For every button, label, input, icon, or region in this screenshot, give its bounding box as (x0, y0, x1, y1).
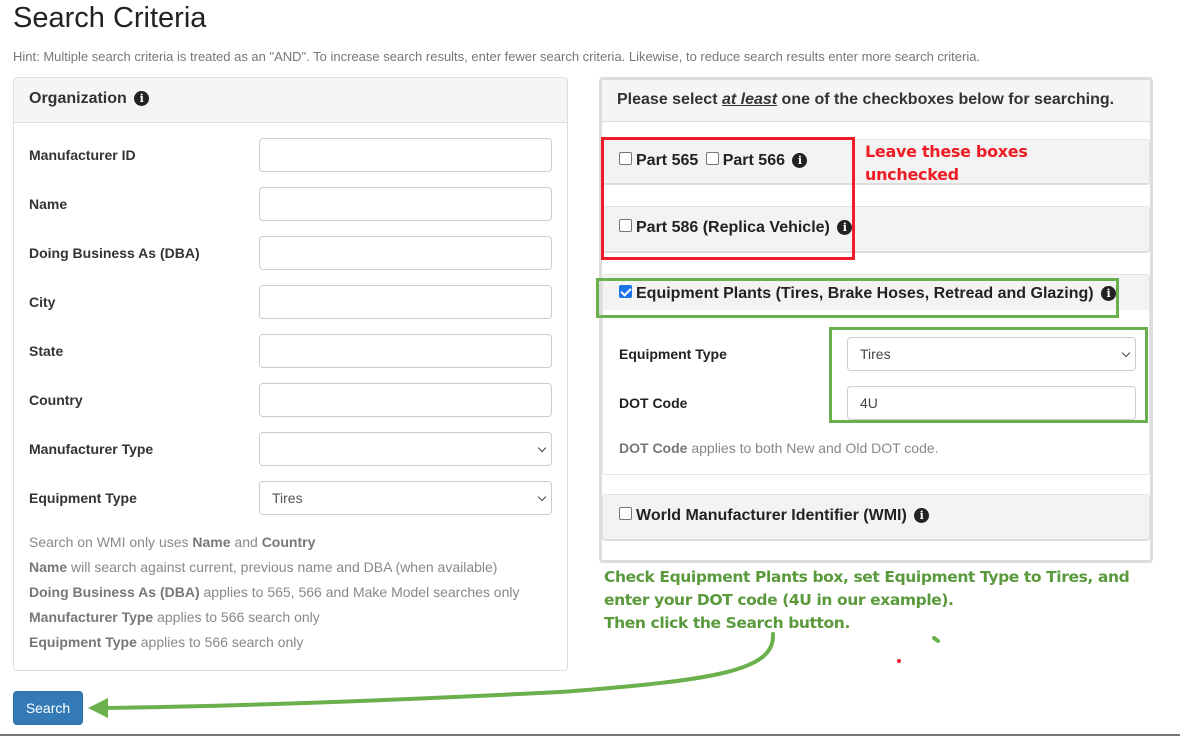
manufacturer-type-label: Manufacturer Type (29, 441, 154, 457)
note-wmi: Search on WMI only uses Name and Country (29, 534, 316, 550)
equipment-type-label: Equipment Type (29, 490, 137, 506)
country-input[interactable] (259, 383, 552, 417)
organization-panel: Organization i Manufacturer ID Name Doin… (13, 77, 568, 671)
red-annotation-text: Leave these boxes unchecked (865, 142, 1028, 184)
note-name: Name will search against current, previo… (29, 559, 498, 575)
info-circle-icon[interactable]: i (914, 508, 930, 523)
dot-code-label: DOT Code (619, 395, 688, 411)
state-label: State (29, 343, 64, 359)
name-input[interactable] (259, 187, 552, 221)
city-label: City (29, 294, 56, 310)
checkbox-panel-heading: Please select at least one of the checkb… (602, 80, 1150, 122)
dot-code-note: DOT Code applies to both New and Old DOT… (619, 440, 939, 456)
manufacturer-id-label: Manufacturer ID (29, 147, 136, 163)
dba-input[interactable] (259, 236, 552, 270)
dba-label: Doing Business As (DBA) (29, 245, 200, 261)
green-annotation-text: Check Equipment Plants box, set Equipmen… (604, 568, 1130, 632)
organization-heading-label: Organization (29, 90, 127, 107)
wmi-section: World Manufacturer Identifier (WMI) i (602, 494, 1150, 541)
emphasis-at-least: at least (721, 91, 778, 108)
manufacturer-id-input[interactable] (259, 138, 552, 172)
note-manufacturer-type: Manufacturer Type applies to 566 search … (29, 609, 320, 625)
plants-equipment-type-label: Equipment Type (619, 346, 727, 362)
wmi-checkbox[interactable] (619, 507, 632, 520)
name-label: Name (29, 196, 68, 212)
country-label: Country (29, 392, 83, 408)
note-dba: Doing Business As (DBA) applies to 565, … (29, 584, 520, 600)
state-row: State (29, 334, 553, 368)
manufacturer-type-select[interactable] (259, 432, 552, 466)
name-row: Name (29, 187, 553, 221)
arrow-head-icon (88, 698, 108, 718)
note-equipment-type: Equipment Type applies to 566 search onl… (29, 634, 304, 650)
organization-notes: Search on WMI only uses Name and Country… (29, 530, 519, 655)
manufacturer-type-row: Manufacturer Type (29, 432, 553, 466)
country-row: Country (29, 383, 553, 417)
equipment-type-value: Tires (272, 490, 303, 506)
info-circle-icon[interactable]: i (134, 91, 150, 106)
city-row: City (29, 285, 553, 319)
equipment-type-select[interactable]: Tires (259, 481, 552, 515)
stray-green-mark (932, 636, 940, 643)
red-highlight-box (601, 137, 855, 260)
page-title: Search Criteria (13, 2, 207, 34)
green-highlight-box-checkbox (596, 278, 1119, 318)
dba-row: Doing Business As (DBA) (29, 236, 553, 270)
city-input[interactable] (259, 285, 552, 319)
search-hint: Hint: Multiple search criteria is treate… (13, 49, 981, 64)
green-highlight-box-fields (829, 327, 1148, 423)
organization-heading: Organization i (14, 78, 567, 123)
manufacturer-id-row: Manufacturer ID (29, 138, 553, 172)
stray-red-dot (897, 659, 901, 663)
wmi-label: World Manufacturer Identifier (WMI) (636, 507, 907, 524)
equipment-type-row: Equipment Type Tires (29, 481, 553, 515)
search-button[interactable]: Search (13, 691, 83, 725)
state-input[interactable] (259, 334, 552, 368)
